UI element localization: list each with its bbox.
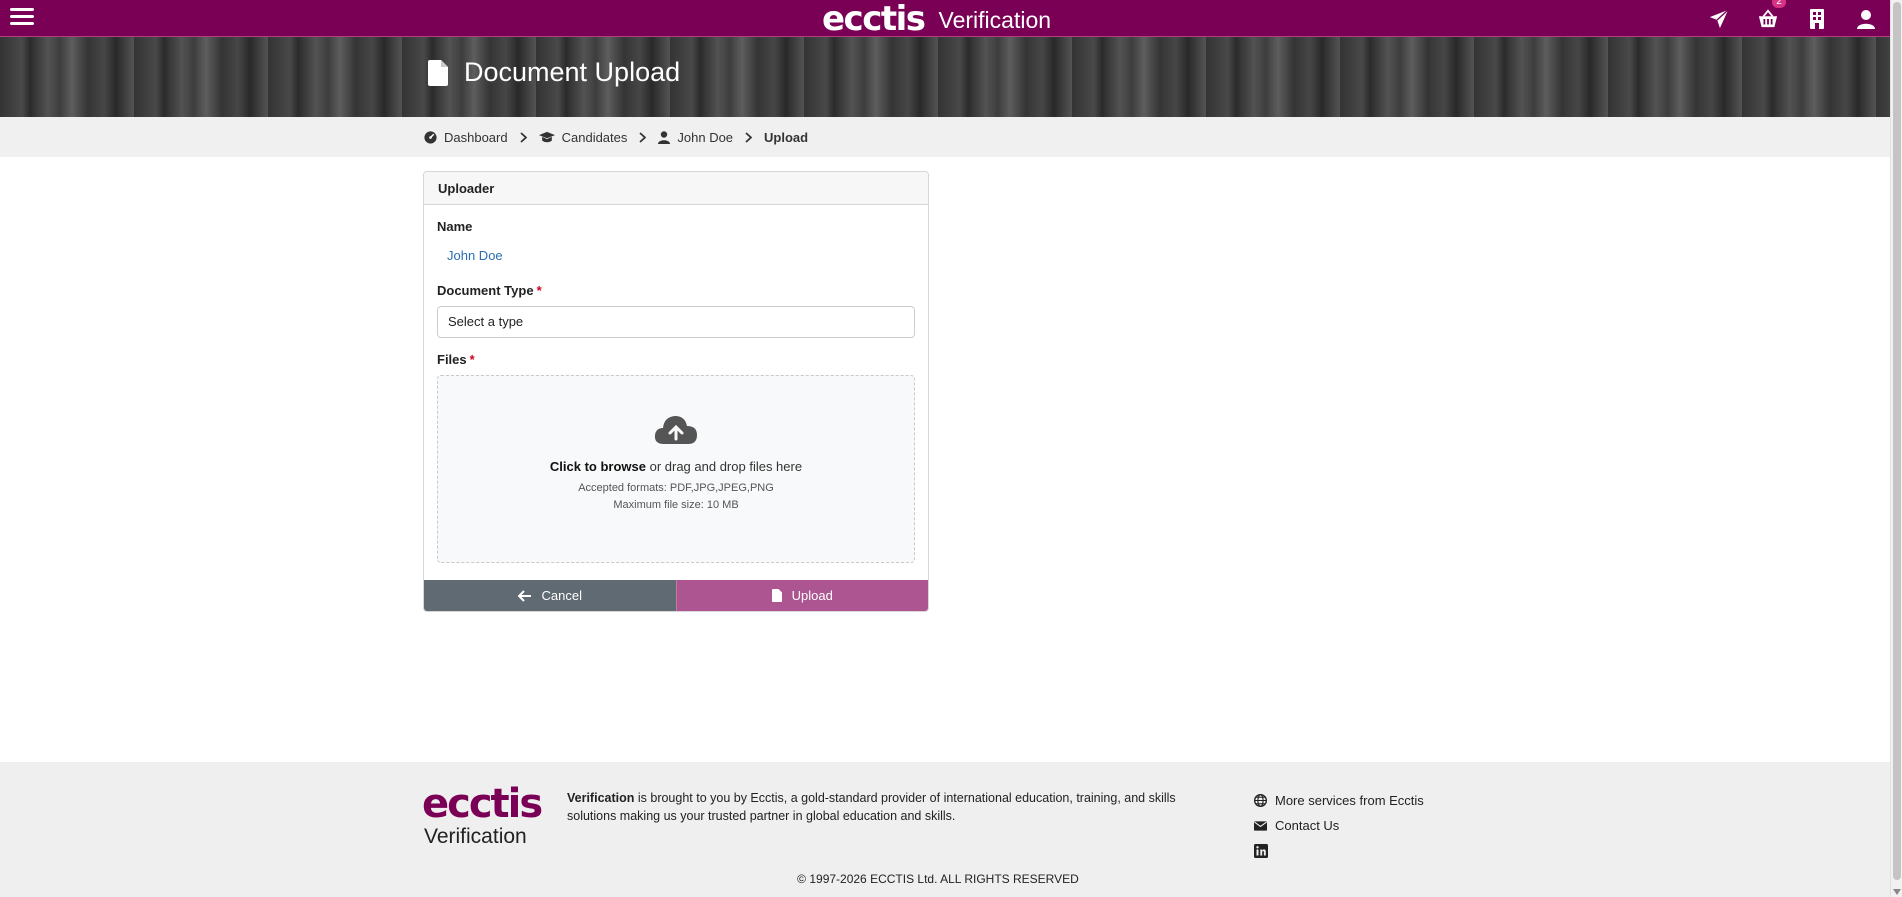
breadcrumb-dashboard[interactable]: Dashboard — [424, 130, 508, 145]
file-dropzone[interactable]: Click to browse or drag and drop files h… — [437, 375, 915, 563]
hero-banner: Document Upload — [0, 37, 1890, 117]
document-icon — [771, 589, 782, 602]
chevron-right-icon — [745, 131, 753, 143]
dropzone-instructions: Click to browse or drag and drop files h… — [549, 459, 803, 474]
arrow-left-icon — [517, 589, 531, 602]
name-label: Name — [437, 219, 473, 234]
footer-blurb: Verification is brought to you by Ecctis… — [567, 791, 1176, 823]
vertical-scrollbar[interactable] — [1890, 0, 1902, 897]
more-services-link[interactable]: More services from Ecctis — [1254, 788, 1424, 813]
card-actions: Cancel Upload — [424, 580, 928, 611]
copyright: © 1997-2026 ECCTIS Ltd. ALL RIGHTS RESER… — [797, 872, 1079, 886]
globe-icon — [1254, 794, 1267, 807]
uploader-card-header: Uploader — [424, 172, 928, 205]
cart-count-badge: 2 — [1772, 0, 1786, 8]
name-value: John Doe — [447, 248, 503, 263]
document-type-label: Document Type * — [437, 283, 542, 298]
footer-logo[interactable]: ecctis Verification — [422, 784, 543, 849]
max-file-size: Maximum file size: 10 MB — [613, 499, 739, 511]
cloud-upload-icon — [654, 416, 697, 444]
required-marker: * — [536, 283, 542, 298]
chevron-right-icon — [520, 131, 527, 143]
chevron-right-icon — [639, 131, 647, 143]
brand-logo: ecctis — [822, 0, 926, 39]
menu-icon[interactable] — [10, 5, 34, 29]
footer: ecctis Verification Verification is brou… — [0, 762, 1890, 897]
linkedin-link[interactable] — [1254, 838, 1424, 863]
basket-icon[interactable]: 2 — [1743, 0, 1792, 37]
footer-links: More services from Ecctis Contact Us — [1254, 788, 1424, 863]
envelope-icon — [1254, 820, 1267, 831]
scroll-down-arrow-icon[interactable] — [1893, 889, 1901, 895]
document-type-select[interactable]: Select a type — [437, 306, 915, 338]
upload-button[interactable]: Upload — [675, 580, 928, 611]
accepted-formats: Accepted formats: PDF,JPG,JPEG,PNG — [578, 482, 774, 494]
linkedin-icon — [1254, 843, 1268, 858]
page-title-text: Document Upload — [464, 57, 681, 87]
user-icon[interactable] — [1841, 0, 1890, 37]
breadcrumb-upload: Upload — [764, 129, 809, 145]
scrollbar-thumb[interactable] — [1893, 2, 1901, 880]
breadcrumb: Dashboard Candidates John Doe Upload — [0, 117, 1890, 157]
building-icon[interactable] — [1792, 0, 1841, 37]
graduation-cap-icon — [538, 131, 555, 142]
breadcrumb-john-doe[interactable]: John Doe — [658, 130, 733, 145]
required-marker: * — [469, 352, 475, 367]
files-label: Files * — [437, 352, 475, 367]
user-icon — [658, 130, 671, 144]
cancel-button[interactable]: Cancel — [424, 580, 676, 611]
uploader-card: Uploader Name John Doe Document Type * Se… — [423, 171, 929, 612]
breadcrumb-candidates[interactable]: Candidates — [538, 130, 627, 145]
page-title: Document Upload — [428, 57, 680, 88]
header-actions: 2 — [1694, 0, 1890, 37]
dashboard-icon — [424, 130, 437, 144]
brand[interactable]: ecctis Verification — [822, 0, 1051, 37]
send-icon[interactable] — [1694, 0, 1743, 37]
document-icon — [428, 59, 448, 86]
contact-us-link[interactable]: Contact Us — [1254, 813, 1424, 838]
brand-title: Verification — [938, 7, 1052, 33]
browse-link[interactable]: Click to browse — [550, 459, 646, 474]
top-navbar: ecctis Verification 2 — [0, 0, 1890, 37]
